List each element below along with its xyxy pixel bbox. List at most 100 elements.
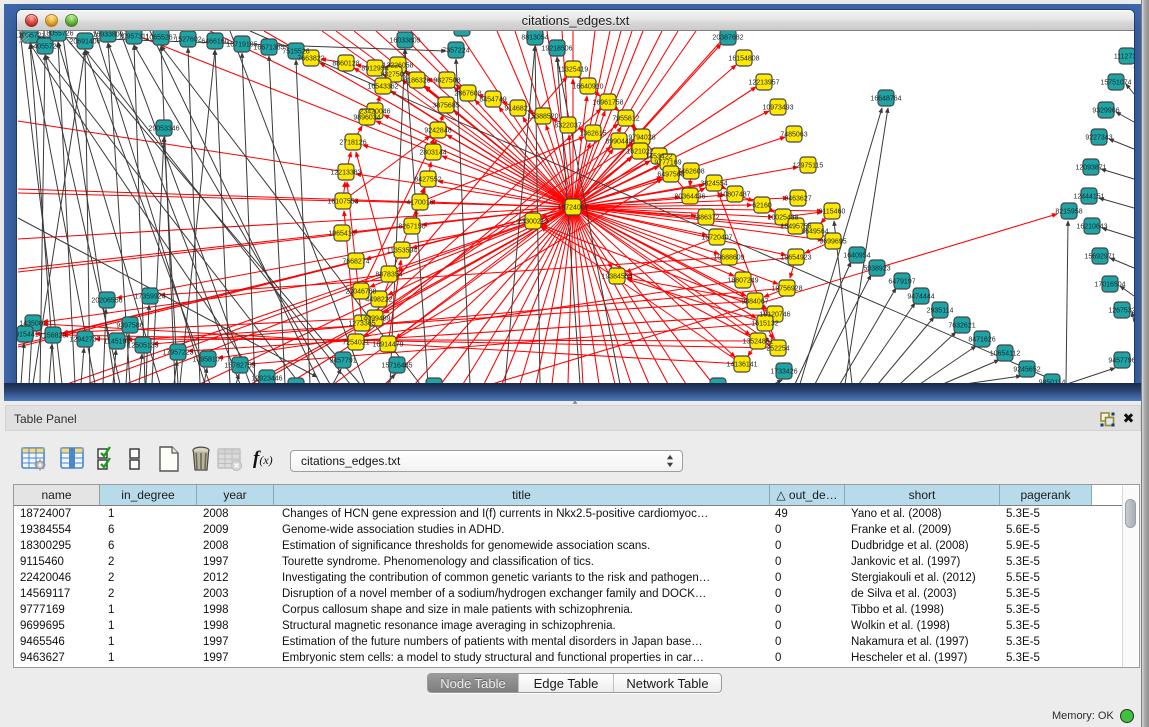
table-row[interactable]: 1456911722003Disruption of a novel membe…	[14, 586, 1122, 602]
column-header-year[interactable]: year	[197, 485, 274, 506]
unselect-all-icon[interactable]	[128, 446, 142, 472]
graph-node-label: 8322037	[554, 123, 581, 130]
graph-edge[interactable]	[269, 56, 285, 384]
graph-node-label: 16782759	[224, 363, 255, 370]
column-header-title[interactable]: title	[274, 485, 770, 506]
table-row[interactable]: 2242004622012Investigating the contribut…	[14, 570, 1122, 586]
table-row[interactable]: 946554611997Estimation of the future num…	[14, 634, 1122, 650]
tab-edge-table[interactable]: Edge Table	[519, 674, 614, 692]
graph-node-label: 1733426	[770, 369, 797, 376]
column-header-short[interactable]: short	[845, 485, 1000, 506]
delete-icon[interactable]	[190, 446, 212, 472]
graph-edge[interactable]	[920, 346, 976, 384]
graph-node-label: 16107553	[327, 199, 358, 206]
graph-edge[interactable]	[153, 288, 787, 344]
graph-edge[interactable]	[1067, 368, 1115, 384]
graph-edge[interactable]	[542, 226, 758, 341]
graph-edge[interactable]	[627, 257, 796, 275]
memory-ok-indicator[interactable]	[1120, 709, 1134, 723]
graph-edge[interactable]	[160, 257, 729, 295]
table-row[interactable]: 1872400712008Changes of HCN gene express…	[14, 506, 1122, 522]
function-builder-icon[interactable]: f(x)	[253, 448, 273, 470]
cell-title: Tourette syndrome. Phenomenology and cla…	[282, 554, 770, 570]
graph-edge[interactable]	[492, 214, 1057, 384]
graph-edge[interactable]	[21, 343, 24, 384]
graph-edge[interactable]	[815, 275, 871, 384]
new-file-icon[interactable]	[157, 446, 181, 472]
graph-node-label: 3824554	[700, 181, 727, 188]
graph-edge[interactable]	[95, 31, 205, 384]
graph-node-label: 7357224	[442, 48, 469, 55]
graph-node-label: 20206556	[91, 298, 122, 305]
table-row[interactable]: 946362711997Embryonic stem cells: a mode…	[14, 650, 1122, 666]
network-window-titlebar[interactable]: citations_edges.txt	[17, 10, 1134, 31]
column-header-in_degree[interactable]: in_degree	[100, 485, 197, 506]
graph-node-label: 16033809	[389, 38, 420, 45]
graph-node-label: 7515526	[282, 49, 309, 56]
select-columns-icon[interactable]	[60, 446, 86, 472]
graph-edge[interactable]	[242, 53, 255, 384]
graph-node-label: 29053346	[148, 126, 179, 133]
cell-title: Estimation of the future numbers of pati…	[282, 634, 770, 650]
tab-node-table[interactable]: Node Table	[428, 674, 519, 692]
graph-node-label: 15716485	[381, 363, 412, 370]
cell-title: Investigating the contribution of common…	[282, 570, 770, 586]
delete-table-icon[interactable]	[217, 446, 243, 472]
graph-node-label: 7668274	[342, 259, 369, 266]
graph-node-label: 9794028	[628, 135, 655, 142]
splitter-collapse-icon[interactable]: ▴	[568, 399, 582, 406]
graph-edge[interactable]	[859, 303, 915, 384]
graph-node-label: 10688609	[713, 255, 744, 262]
cell-year: 1997	[203, 634, 274, 650]
graph-node-label: 11325419	[558, 67, 589, 74]
network-window[interactable]: citations_edges.txt 12055721140557241805…	[17, 10, 1134, 384]
table-row[interactable]: 1938455462009Genome-wide association stu…	[14, 522, 1122, 538]
graph-edge[interactable]	[415, 207, 573, 384]
network-canvas[interactable]: 1205572114055724180557262069140616933809…	[17, 31, 1134, 384]
graph-node-label: 7462608	[677, 169, 704, 176]
table-select-dropdown[interactable]: citations_edges.txt	[290, 450, 683, 472]
graph-edge[interactable]	[49, 344, 52, 384]
table-tabs: Node TableEdge TableNetwork Table	[427, 673, 722, 693]
graph-node-label: 7485063	[780, 132, 807, 139]
graph-edge[interactable]	[878, 317, 934, 384]
graph-edge[interactable]	[1109, 139, 1134, 149]
graph-node-label: 20364436	[674, 194, 705, 201]
graph-edge[interactable]	[1066, 221, 1068, 384]
graph-node-label: 12975115	[793, 163, 824, 170]
scrollbar-thumb[interactable]	[1125, 499, 1136, 528]
graph-edge[interactable]	[840, 288, 896, 384]
tab-network-table[interactable]: Network Table	[614, 674, 721, 692]
float-window-icon[interactable]	[1100, 412, 1115, 427]
column-header-out_de[interactable]: △ out_de…	[770, 485, 845, 506]
cell-short: Hescheler et al. (1997)	[851, 650, 1000, 666]
vertical-scrollbar[interactable]	[1122, 486, 1138, 667]
graph-edge[interactable]	[150, 31, 320, 384]
network-desktop: citations_edges.txt 12055721140557241805…	[4, 4, 1143, 401]
graph-edge[interactable]	[536, 207, 573, 384]
graph-node-label: 16640910	[572, 84, 603, 91]
graph-node-label: 9245652	[1013, 367, 1040, 374]
graph-node-label: 6479197	[888, 279, 915, 286]
graph-edge[interactable]	[845, 108, 888, 384]
graph-edge[interactable]	[626, 31, 678, 118]
table-row[interactable]: 911546021997Tourette syndrome. Phenomeno…	[14, 554, 1122, 570]
select-all-icon[interactable]	[97, 446, 119, 472]
app-window-edge[interactable]	[1141, 0, 1149, 727]
column-settings-icon[interactable]	[21, 446, 47, 472]
cell-name: 18300295	[20, 538, 100, 554]
table-row[interactable]: 1830029562008Estimation of significance …	[14, 538, 1122, 554]
cell-year: 2009	[203, 522, 274, 538]
column-header-name[interactable]: name	[14, 485, 100, 506]
table-row[interactable]: 977716911998Corpus callosum shape and si…	[14, 602, 1122, 618]
graph-edge[interactable]	[900, 332, 956, 384]
table-row[interactable]: 969969511998Structural magnetic resonanc…	[14, 618, 1122, 634]
graph-edge[interactable]	[18, 207, 573, 239]
cell-out_de: 0	[775, 634, 845, 650]
resize-grip-icon[interactable]	[17, 31, 30, 44]
graph-edge[interactable]	[573, 207, 599, 384]
close-icon[interactable]: ✖	[1121, 411, 1136, 426]
column-header-pagerank[interactable]: pagerank	[1000, 485, 1092, 506]
graph-edge[interactable]	[18, 233, 342, 269]
graph-node-label: 17957223	[162, 350, 193, 357]
